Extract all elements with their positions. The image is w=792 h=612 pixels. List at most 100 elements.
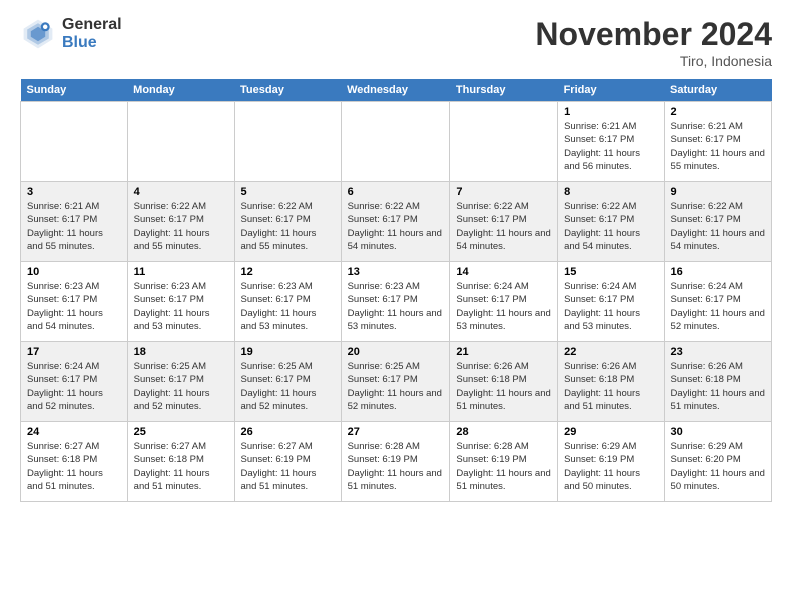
table-cell xyxy=(341,102,450,182)
calendar-header-row: Sunday Monday Tuesday Wednesday Thursday… xyxy=(21,79,772,102)
day-number: 8 xyxy=(564,186,657,198)
calendar-table: Sunday Monday Tuesday Wednesday Thursday… xyxy=(20,79,772,502)
table-cell: 2 Sunrise: 6:21 AM Sunset: 6:17 PM Daylig… xyxy=(664,102,771,182)
day-info: Sunrise: 6:26 AM Sunset: 6:18 PM Dayligh… xyxy=(564,360,657,413)
day-number: 18 xyxy=(134,346,228,358)
day-info: Sunrise: 6:28 AM Sunset: 6:19 PM Dayligh… xyxy=(348,440,444,493)
month-title: November 2024 xyxy=(535,16,772,53)
day-number: 6 xyxy=(348,186,444,198)
logo-icon xyxy=(20,16,56,52)
col-tuesday: Tuesday xyxy=(234,79,341,102)
table-cell: 9 Sunrise: 6:22 AM Sunset: 6:17 PM Daylig… xyxy=(664,182,771,262)
day-info: Sunrise: 6:28 AM Sunset: 6:19 PM Dayligh… xyxy=(456,440,551,493)
day-info: Sunrise: 6:29 AM Sunset: 6:19 PM Dayligh… xyxy=(564,440,657,493)
table-cell: 21 Sunrise: 6:26 AM Sunset: 6:18 PM Dayli… xyxy=(450,342,558,422)
table-cell: 3 Sunrise: 6:21 AM Sunset: 6:17 PM Daylig… xyxy=(21,182,128,262)
table-cell: 24Sunrise: 6:27 AM Sunset: 6:18 PM Dayli… xyxy=(21,422,128,502)
day-number: 19 xyxy=(241,346,335,358)
day-info: Sunrise: 6:21 AM Sunset: 6:17 PM Dayligh… xyxy=(27,200,121,253)
day-number: 22 xyxy=(564,346,657,358)
day-info: Sunrise: 6:26 AM Sunset: 6:18 PM Dayligh… xyxy=(671,360,765,413)
day-number: 25 xyxy=(134,426,228,438)
week-row-5: 24Sunrise: 6:27 AM Sunset: 6:18 PM Dayli… xyxy=(21,422,772,502)
day-info: Sunrise: 6:23 AM Sunset: 6:17 PM Dayligh… xyxy=(348,280,444,333)
table-cell: 8 Sunrise: 6:22 AM Sunset: 6:17 PM Daylig… xyxy=(558,182,664,262)
col-wednesday: Wednesday xyxy=(341,79,450,102)
table-cell: 26Sunrise: 6:27 AM Sunset: 6:19 PM Dayli… xyxy=(234,422,341,502)
table-cell: 19Sunrise: 6:25 AM Sunset: 6:17 PM Dayli… xyxy=(234,342,341,422)
day-number: 29 xyxy=(564,426,657,438)
day-number: 23 xyxy=(671,346,765,358)
table-cell: 16 Sunrise: 6:24 AM Sunset: 6:17 PM Dayli… xyxy=(664,262,771,342)
table-cell: 27Sunrise: 6:28 AM Sunset: 6:19 PM Dayli… xyxy=(341,422,450,502)
day-number: 28 xyxy=(456,426,551,438)
day-info: Sunrise: 6:25 AM Sunset: 6:17 PM Dayligh… xyxy=(348,360,444,413)
table-cell: 30 Sunrise: 6:29 AM Sunset: 6:20 PM Dayli… xyxy=(664,422,771,502)
day-info: Sunrise: 6:24 AM Sunset: 6:17 PM Dayligh… xyxy=(456,280,551,333)
week-row-4: 17 Sunrise: 6:24 AM Sunset: 6:17 PM Dayli… xyxy=(21,342,772,422)
day-info: Sunrise: 6:22 AM Sunset: 6:17 PM Dayligh… xyxy=(134,200,228,253)
day-info: Sunrise: 6:22 AM Sunset: 6:17 PM Dayligh… xyxy=(564,200,657,253)
col-saturday: Saturday xyxy=(664,79,771,102)
table-cell: 5 Sunrise: 6:22 AM Sunset: 6:17 PM Daylig… xyxy=(234,182,341,262)
day-number: 13 xyxy=(348,266,444,278)
day-number: 11 xyxy=(134,266,228,278)
day-info: Sunrise: 6:24 AM Sunset: 6:17 PM Dayligh… xyxy=(671,280,765,333)
day-number: 21 xyxy=(456,346,551,358)
day-info: Sunrise: 6:24 AM Sunset: 6:17 PM Dayligh… xyxy=(564,280,657,333)
table-cell: 25 Sunrise: 6:27 AM Sunset: 6:18 PM Dayli… xyxy=(127,422,234,502)
day-number: 2 xyxy=(671,106,765,118)
day-info: Sunrise: 6:22 AM Sunset: 6:17 PM Dayligh… xyxy=(241,200,335,253)
day-info: Sunrise: 6:22 AM Sunset: 6:17 PM Dayligh… xyxy=(348,200,444,253)
table-cell xyxy=(450,102,558,182)
day-info: Sunrise: 6:26 AM Sunset: 6:18 PM Dayligh… xyxy=(456,360,551,413)
table-cell: 1 Sunrise: 6:21 AM Sunset: 6:17 PM Daylig… xyxy=(558,102,664,182)
table-cell: 15Sunrise: 6:24 AM Sunset: 6:17 PM Dayli… xyxy=(558,262,664,342)
table-cell: 23 Sunrise: 6:26 AM Sunset: 6:18 PM Dayli… xyxy=(664,342,771,422)
day-info: Sunrise: 6:21 AM Sunset: 6:17 PM Dayligh… xyxy=(671,120,765,173)
day-info: Sunrise: 6:27 AM Sunset: 6:19 PM Dayligh… xyxy=(241,440,335,493)
day-info: Sunrise: 6:21 AM Sunset: 6:17 PM Dayligh… xyxy=(564,120,657,173)
col-thursday: Thursday xyxy=(450,79,558,102)
week-row-1: 1 Sunrise: 6:21 AM Sunset: 6:17 PM Daylig… xyxy=(21,102,772,182)
table-cell: 28 Sunrise: 6:28 AM Sunset: 6:19 PM Dayli… xyxy=(450,422,558,502)
day-number: 7 xyxy=(456,186,551,198)
table-cell: 20Sunrise: 6:25 AM Sunset: 6:17 PM Dayli… xyxy=(341,342,450,422)
day-info: Sunrise: 6:24 AM Sunset: 6:17 PM Dayligh… xyxy=(27,360,121,413)
day-number: 5 xyxy=(241,186,335,198)
table-cell xyxy=(127,102,234,182)
table-cell: 18Sunrise: 6:25 AM Sunset: 6:17 PM Dayli… xyxy=(127,342,234,422)
day-info: Sunrise: 6:22 AM Sunset: 6:17 PM Dayligh… xyxy=(671,200,765,253)
page-header: General Blue November 2024 Tiro, Indones… xyxy=(20,16,772,69)
day-number: 14 xyxy=(456,266,551,278)
table-cell: 22 Sunrise: 6:26 AM Sunset: 6:18 PM Dayli… xyxy=(558,342,664,422)
col-friday: Friday xyxy=(558,79,664,102)
day-info: Sunrise: 6:27 AM Sunset: 6:18 PM Dayligh… xyxy=(134,440,228,493)
day-number: 17 xyxy=(27,346,121,358)
table-cell: 17 Sunrise: 6:24 AM Sunset: 6:17 PM Dayli… xyxy=(21,342,128,422)
week-row-2: 3 Sunrise: 6:21 AM Sunset: 6:17 PM Daylig… xyxy=(21,182,772,262)
day-number: 1 xyxy=(564,106,657,118)
col-sunday: Sunday xyxy=(21,79,128,102)
day-number: 16 xyxy=(671,266,765,278)
day-number: 9 xyxy=(671,186,765,198)
day-info: Sunrise: 6:27 AM Sunset: 6:18 PM Dayligh… xyxy=(27,440,121,493)
table-cell: 14 Sunrise: 6:24 AM Sunset: 6:17 PM Dayli… xyxy=(450,262,558,342)
table-cell: 6 Sunrise: 6:22 AM Sunset: 6:17 PM Daylig… xyxy=(341,182,450,262)
title-block: November 2024 Tiro, Indonesia xyxy=(535,16,772,69)
location-subtitle: Tiro, Indonesia xyxy=(535,53,772,69)
table-cell: 12 Sunrise: 6:23 AM Sunset: 6:17 PM Dayli… xyxy=(234,262,341,342)
day-info: Sunrise: 6:23 AM Sunset: 6:17 PM Dayligh… xyxy=(27,280,121,333)
table-cell: 4Sunrise: 6:22 AM Sunset: 6:17 PM Daylig… xyxy=(127,182,234,262)
day-number: 12 xyxy=(241,266,335,278)
day-info: Sunrise: 6:22 AM Sunset: 6:17 PM Dayligh… xyxy=(456,200,551,253)
day-info: Sunrise: 6:29 AM Sunset: 6:20 PM Dayligh… xyxy=(671,440,765,493)
logo-blue: Blue xyxy=(62,34,122,52)
day-number: 3 xyxy=(27,186,121,198)
day-number: 30 xyxy=(671,426,765,438)
table-cell: 13 Sunrise: 6:23 AM Sunset: 6:17 PM Dayli… xyxy=(341,262,450,342)
day-info: Sunrise: 6:23 AM Sunset: 6:17 PM Dayligh… xyxy=(134,280,228,333)
page: General Blue November 2024 Tiro, Indones… xyxy=(0,0,792,612)
logo: General Blue xyxy=(20,16,122,52)
day-info: Sunrise: 6:23 AM Sunset: 6:17 PM Dayligh… xyxy=(241,280,335,333)
